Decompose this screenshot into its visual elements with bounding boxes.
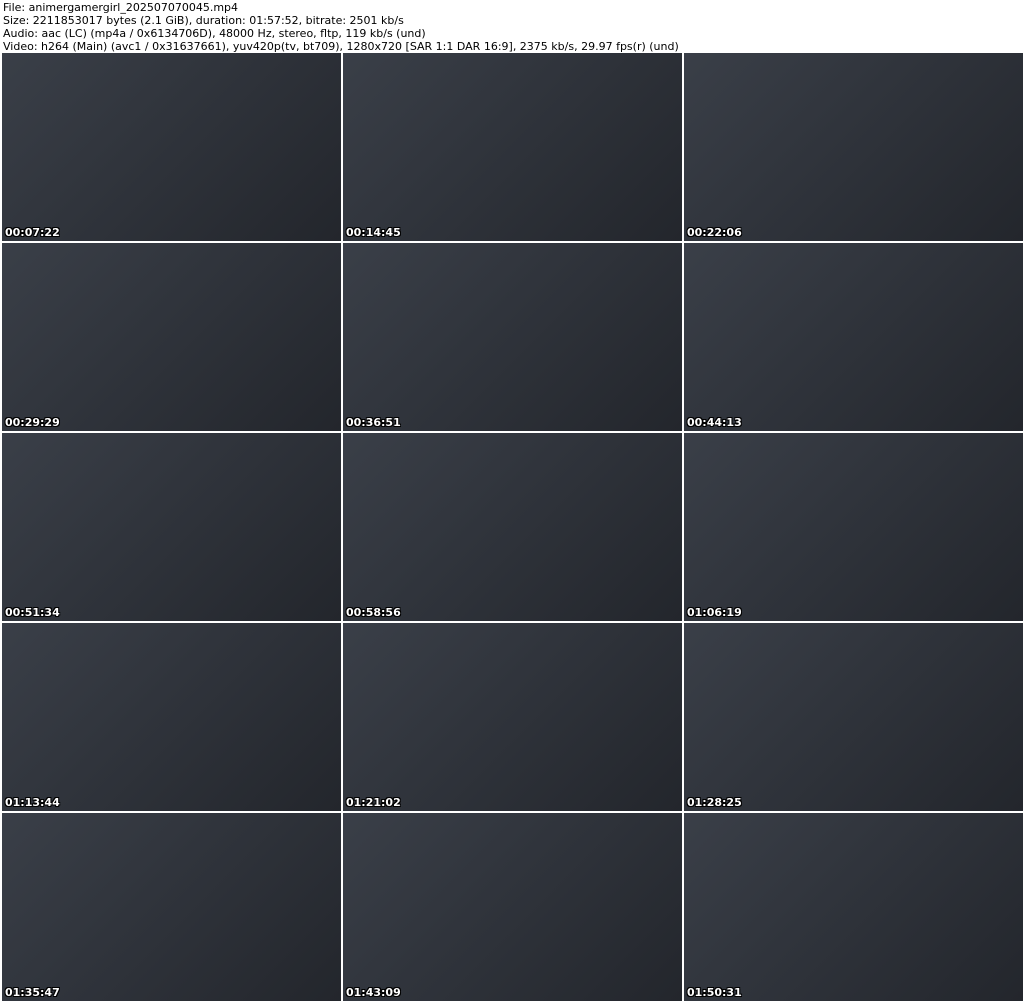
thumbnail-timestamp: 01:28:25 [687, 796, 742, 809]
video-info: Video: h264 (Main) (avc1 / 0x31637661), … [3, 40, 679, 53]
thumbnail-timestamp: 01:43:09 [346, 986, 401, 999]
video-thumbnail: 00:36:51 [343, 243, 682, 431]
thumbnail-timestamp: 00:58:56 [346, 606, 401, 619]
video-thumbnail: 00:44:13 [684, 243, 1023, 431]
video-thumbnail: 00:14:45 [343, 53, 682, 241]
video-thumbnail: 00:07:22 [2, 53, 341, 241]
thumbnail-timestamp: 00:07:22 [5, 226, 60, 239]
video-thumbnail: 00:22:06 [684, 53, 1023, 241]
thumbnail-timestamp: 00:44:13 [687, 416, 742, 429]
video-thumbnail: 00:51:34 [2, 433, 341, 621]
thumbnail-timestamp: 01:21:02 [346, 796, 401, 809]
thumbnail-timestamp: 00:29:29 [5, 416, 60, 429]
video-thumbnail: 01:13:44 [2, 623, 341, 811]
audio-info: Audio: aac (LC) (mp4a / 0x6134706D), 480… [3, 27, 426, 40]
file-info-header: File: animergamergirl_202507070045.mp4 S… [3, 1, 679, 53]
video-thumbnail: 01:35:47 [2, 813, 341, 1001]
file-name: File: animergamergirl_202507070045.mp4 [3, 1, 239, 14]
file-size-info: Size: 2211853017 bytes (2.1 GiB), durati… [3, 14, 404, 27]
thumbnail-timestamp: 00:22:06 [687, 226, 742, 239]
video-thumbnail: 01:43:09 [343, 813, 682, 1001]
thumbnail-timestamp: 01:50:31 [687, 986, 742, 999]
video-thumbnail: 01:28:25 [684, 623, 1023, 811]
thumbnail-timestamp: 00:36:51 [346, 416, 401, 429]
thumbnail-timestamp: 00:14:45 [346, 226, 401, 239]
thumbnail-grid: 00:07:22 00:14:45 00:22:06 00:29:29 00:36:51… [2, 53, 1023, 1001]
thumbnail-timestamp: 01:06:19 [687, 606, 742, 619]
video-thumbnail: 01:06:19 [684, 433, 1023, 621]
video-thumbnail: 01:50:31 [684, 813, 1023, 1001]
thumbnail-timestamp: 00:51:34 [5, 606, 60, 619]
video-thumbnail: 00:29:29 [2, 243, 341, 431]
thumbnail-timestamp: 01:35:47 [5, 986, 60, 999]
thumbnail-timestamp: 01:13:44 [5, 796, 60, 809]
video-thumbnail: 00:58:56 [343, 433, 682, 621]
video-thumbnail: 01:21:02 [343, 623, 682, 811]
